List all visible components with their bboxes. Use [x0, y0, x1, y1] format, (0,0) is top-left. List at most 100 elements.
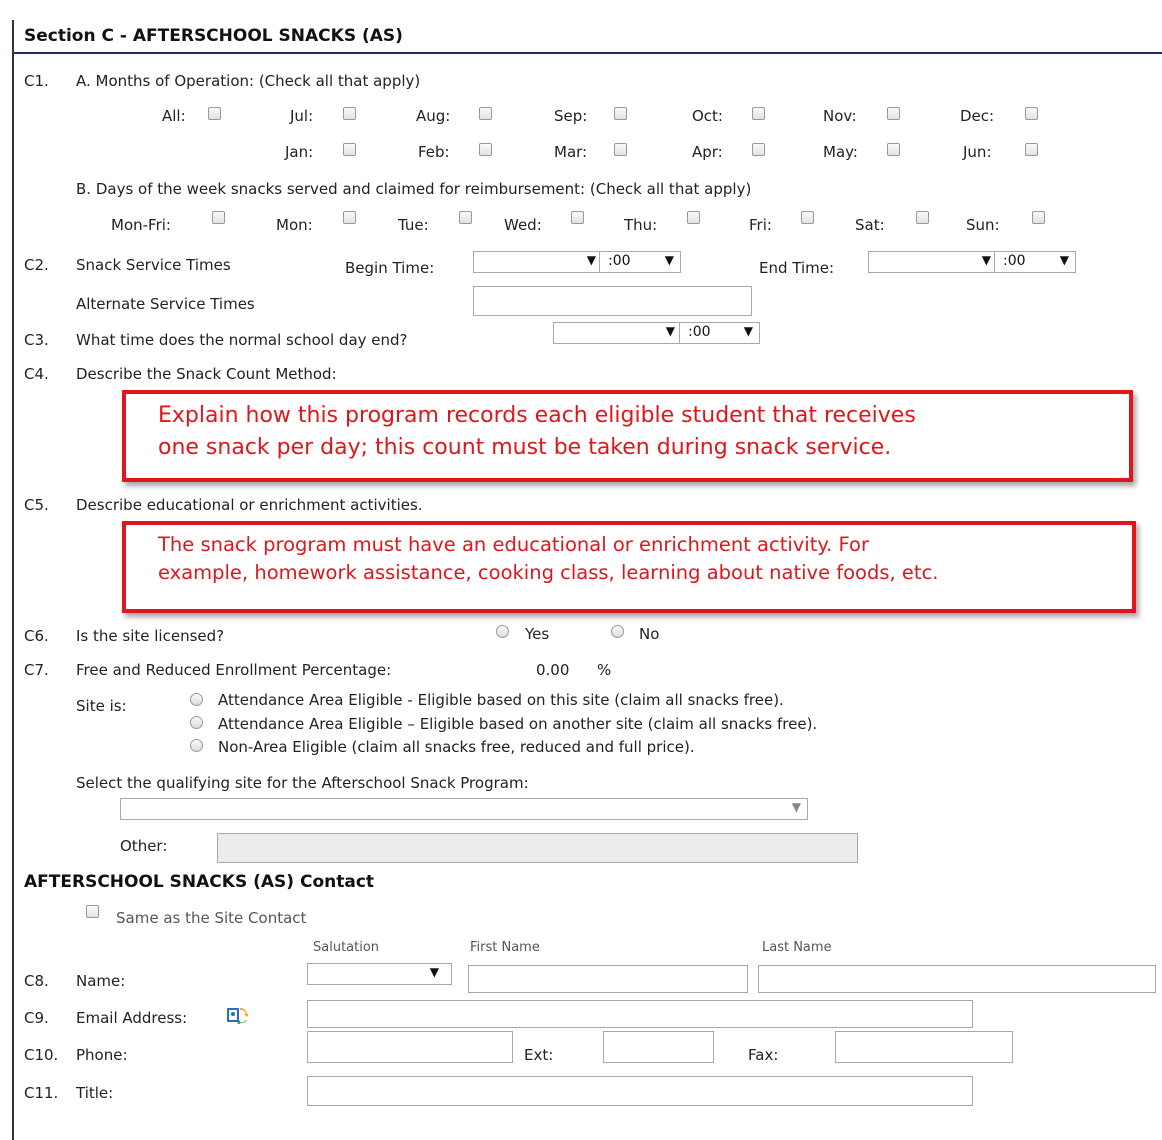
address-book-refresh-icon[interactable]: [226, 1006, 248, 1024]
email-input[interactable]: [307, 1000, 973, 1028]
day-checkbox-tue[interactable]: [459, 211, 472, 224]
c7-number: C7.: [24, 661, 49, 679]
last-name-input[interactable]: [758, 965, 1156, 993]
month-checkbox-jan[interactable]: [343, 143, 356, 156]
month-label-feb: Feb:: [418, 143, 450, 161]
school-end-minutes-value[interactable]: :00: [688, 324, 711, 340]
month-label-dec: Dec:: [960, 107, 995, 125]
month-checkbox-aug[interactable]: [479, 107, 492, 120]
enrollment-percentage-value: 0.00: [536, 661, 570, 679]
same-as-site-contact-checkbox[interactable]: [86, 905, 99, 918]
licensed-no-radio[interactable]: [611, 625, 624, 638]
day-checkbox-mon-fri[interactable]: [212, 211, 225, 224]
first-name-input[interactable]: [468, 965, 748, 993]
begin-time-label: Begin Time:: [345, 259, 435, 277]
percent-unit: %: [597, 661, 612, 679]
phone-input[interactable]: [307, 1031, 513, 1063]
month-checkbox-feb[interactable]: [479, 143, 492, 156]
c10-number: C10.: [24, 1046, 59, 1064]
fax-input[interactable]: [835, 1031, 1013, 1063]
month-checkbox-all[interactable]: [208, 107, 221, 120]
c5-number: C5.: [24, 496, 49, 514]
section-title: Section C - AFTERSCHOOL SNACKS (AS): [24, 26, 403, 46]
day-checkbox-wed[interactable]: [571, 211, 584, 224]
month-checkbox-sep[interactable]: [614, 107, 627, 120]
day-label-wed: Wed:: [504, 216, 542, 234]
day-checkbox-mon[interactable]: [343, 211, 356, 224]
same-as-site-contact-label: Same as the Site Contact: [116, 909, 307, 927]
chevron-down-icon: ▼: [1059, 253, 1069, 267]
month-checkbox-jul[interactable]: [343, 107, 356, 120]
month-label-jan: Jan:: [285, 143, 314, 161]
end-time-select[interactable]: ▼ :00 ▼: [868, 251, 1076, 273]
c7-label: Free and Reduced Enrollment Percentage:: [76, 661, 392, 679]
alternate-times-input[interactable]: [473, 286, 752, 316]
c1-days-label: B. Days of the week snacks served and cl…: [76, 180, 752, 198]
day-label-tue: Tue:: [398, 216, 429, 234]
c11-number: C11.: [24, 1084, 59, 1102]
eligibility-radio-this-site[interactable]: [190, 693, 203, 706]
c2-number: C2.: [24, 256, 49, 274]
chevron-down-icon: ▼: [664, 253, 674, 267]
begin-time-select[interactable]: ▼ :00 ▼: [473, 251, 681, 273]
contact-section-title: AFTERSCHOOL SNACKS (AS) Contact: [24, 872, 375, 892]
enrichment-hint-line2: example, homework assistance, cooking cl…: [158, 561, 939, 584]
month-label-may: May:: [823, 143, 858, 161]
end-minutes-value[interactable]: :00: [1003, 253, 1026, 269]
eligibility-option-non-area: Non-Area Eligible (claim all snacks free…: [218, 738, 695, 756]
last-name-header: Last Name: [762, 940, 832, 955]
day-label-fri: Fri:: [749, 216, 772, 234]
eligibility-radio-non-area[interactable]: [190, 739, 203, 752]
c9-number: C9.: [24, 1009, 49, 1027]
ext-input[interactable]: [603, 1031, 714, 1063]
snack-count-hint-line2: one snack per day; this count must be ta…: [158, 435, 892, 460]
day-checkbox-sun[interactable]: [1032, 211, 1045, 224]
day-checkbox-fri[interactable]: [801, 211, 814, 224]
salutation-select[interactable]: ▼: [307, 963, 452, 985]
eligibility-option-this-site: Attendance Area Eligible - Eligible base…: [218, 691, 784, 709]
section-divider: [12, 52, 1162, 54]
c2-label: Snack Service Times: [76, 256, 231, 274]
c3-number: C3.: [24, 331, 49, 349]
name-label: Name:: [76, 972, 126, 990]
enrichment-hint-line1: The snack program must have an education…: [158, 533, 869, 556]
month-label-nov: Nov:: [823, 107, 857, 125]
begin-minutes-value[interactable]: :00: [608, 253, 631, 269]
month-label-sep: Sep:: [554, 107, 588, 125]
chevron-down-icon: ▼: [743, 324, 753, 338]
chevron-down-icon: ▼: [665, 324, 675, 338]
licensed-yes-radio[interactable]: [496, 625, 509, 638]
month-checkbox-dec[interactable]: [1025, 107, 1038, 120]
month-checkbox-nov[interactable]: [887, 107, 900, 120]
eligibility-radio-another-site[interactable]: [190, 716, 203, 729]
c8-number: C8.: [24, 972, 49, 990]
month-label-jun: Jun:: [963, 143, 992, 161]
month-label-mar: Mar:: [554, 143, 588, 161]
c5-label: Describe educational or enrichment activ…: [76, 496, 423, 514]
month-label-oct: Oct:: [692, 107, 723, 125]
month-checkbox-jun[interactable]: [1025, 143, 1038, 156]
month-checkbox-oct[interactable]: [752, 107, 765, 120]
c6-number: C6.: [24, 627, 49, 645]
school-end-time-select[interactable]: ▼ :00 ▼: [553, 322, 760, 344]
day-checkbox-thu[interactable]: [687, 211, 700, 224]
day-checkbox-sat[interactable]: [916, 211, 929, 224]
month-checkbox-apr[interactable]: [752, 143, 765, 156]
month-checkbox-may[interactable]: [887, 143, 900, 156]
day-label-mon: Mon:: [276, 216, 313, 234]
chevron-down-icon: ▼: [791, 800, 801, 814]
title-input[interactable]: [307, 1076, 973, 1106]
day-label-mon-fri: Mon-Fri:: [111, 216, 171, 234]
month-checkbox-mar[interactable]: [614, 143, 627, 156]
qualifying-site-select[interactable]: ▼: [120, 798, 808, 820]
end-time-label: End Time:: [759, 259, 835, 277]
alternate-times-label: Alternate Service Times: [76, 295, 255, 313]
enrichment-activities-textarea[interactable]: The snack program must have an education…: [122, 521, 1136, 613]
chevron-down-icon: ▼: [586, 253, 596, 267]
email-label: Email Address:: [76, 1009, 188, 1027]
chevron-down-icon: ▼: [429, 965, 439, 979]
salutation-header: Salutation: [313, 940, 380, 955]
month-label-jul: Jul:: [290, 107, 314, 125]
other-site-input[interactable]: [217, 833, 858, 863]
snack-count-method-textarea[interactable]: Explain how this program records each el…: [122, 390, 1133, 482]
